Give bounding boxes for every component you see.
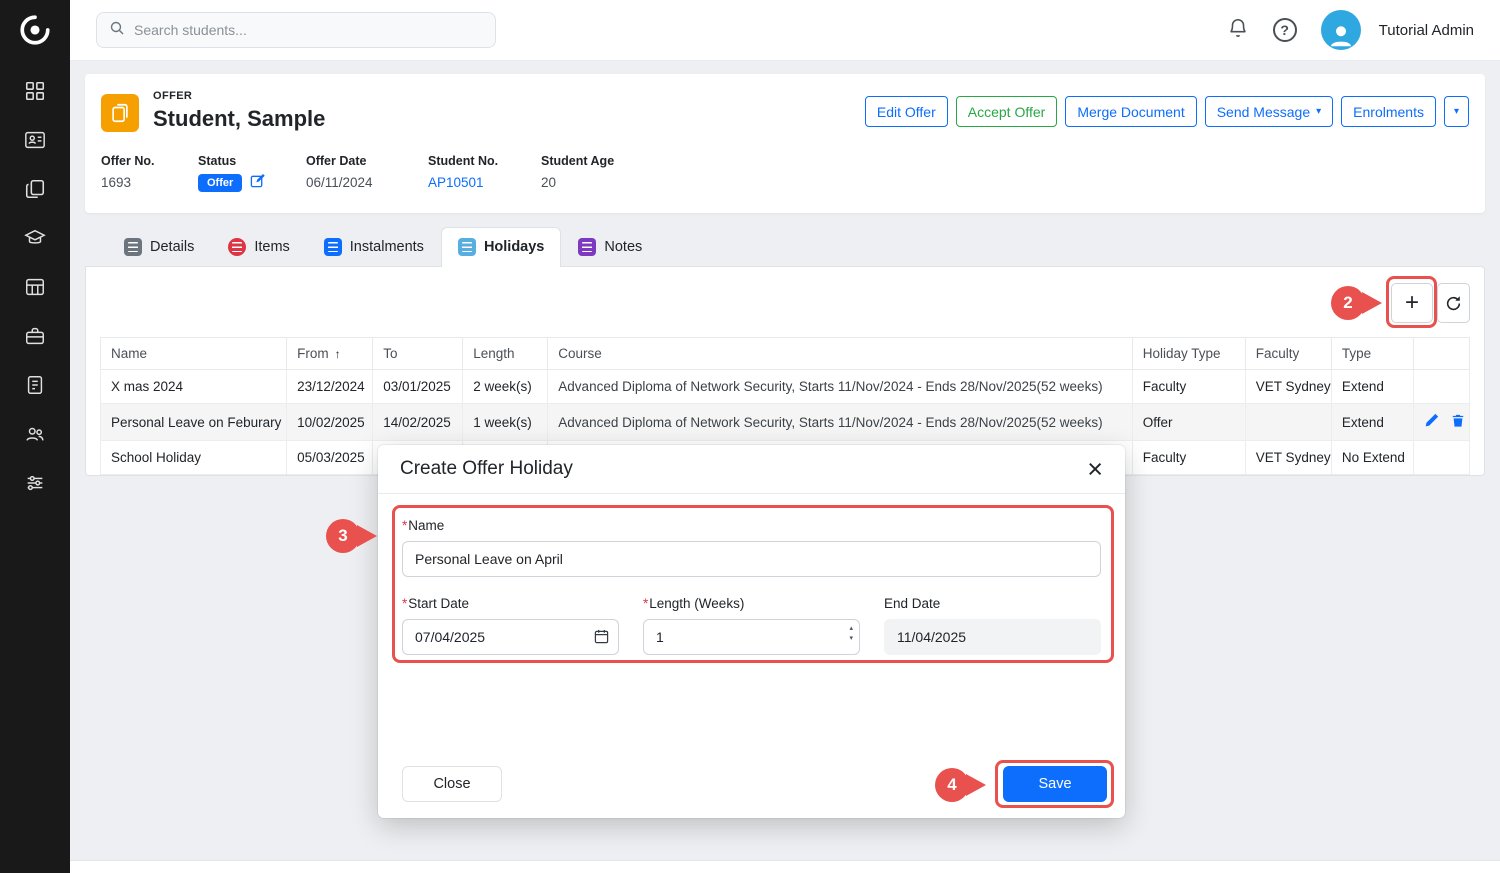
offer-no-value: 1693 [101,175,198,190]
offer-date-value: 06/11/2024 [306,175,428,190]
calendar-icon[interactable] [594,629,609,649]
table-row[interactable]: X mas 2024 23/12/2024 03/01/2025 2 week(… [101,370,1470,404]
col-holiday-type: Holiday Type [1132,338,1245,370]
page-title: Student, Sample [153,106,325,132]
col-to: To [373,338,463,370]
tab-notes[interactable]: Notes [561,227,659,267]
offer-info-row: Offer No. 1693 Status Offer Offer Date 0… [101,154,1469,193]
search-box [96,12,496,48]
offer-date-label: Offer Date [306,154,428,168]
tab-bar: Details Items Instalments Holidays Notes [107,227,1485,267]
tab-holidays[interactable]: Holidays [441,227,561,267]
stepper-down-icon[interactable]: ▾ [849,635,853,642]
header-actions: Edit Offer Accept Offer Merge Document S… [865,90,1469,127]
instalments-tab-icon [324,238,342,256]
topbar: ? Tutorial Admin [70,0,1500,60]
sidebar [0,0,70,873]
table-toolbar: + [100,283,1470,323]
details-tab-icon [124,238,142,256]
merge-document-button[interactable]: Merge Document [1065,96,1196,127]
offer-type-icon [101,94,139,132]
status-label: Status [198,154,306,168]
edit-offer-button[interactable]: Edit Offer [865,96,948,127]
table-row[interactable]: Personal Leave on Feburary 10/02/2025 14… [101,404,1470,441]
agents-icon[interactable] [24,325,46,347]
search-icon [109,20,125,41]
caret-down-icon: ▾ [1454,107,1459,117]
search-input[interactable] [134,22,483,38]
length-weeks-input[interactable] [643,619,860,655]
modal-title: Create Offer Holiday [400,458,573,480]
student-age-value: 20 [541,175,614,190]
end-date-input [884,619,1101,655]
refresh-icon[interactable] [1437,283,1470,323]
notes-tab-icon [578,238,596,256]
name-label: *Name [402,518,1101,533]
close-icon[interactable]: × [1087,457,1103,481]
user-name[interactable]: Tutorial Admin [1379,22,1474,39]
holiday-name-input[interactable] [402,541,1101,577]
col-actions [1413,338,1469,370]
offer-no-label: Offer No. [101,154,198,168]
modal-form: *Name *Start Date *Length (Weeks) ▴ [378,494,1125,655]
table-header-row: Name From↑ To Length Course Holiday Type… [101,338,1470,370]
finance-icon[interactable] [24,374,46,396]
accept-offer-button[interactable]: Accept Offer [956,96,1058,127]
settings-sliders-icon[interactable] [24,472,46,494]
sort-asc-icon[interactable]: ↑ [335,347,341,361]
start-date-label: *Start Date [402,596,619,611]
student-age-label: Student Age [541,154,614,168]
tab-details[interactable]: Details [107,227,211,267]
courses-icon[interactable] [24,227,46,249]
help-icon[interactable]: ? [1273,18,1297,42]
dashboard-icon[interactable] [24,80,46,102]
timetable-icon[interactable] [24,276,46,298]
tab-instalments[interactable]: Instalments [307,227,441,267]
enrolments-button[interactable]: Enrolments [1341,96,1436,127]
documents-icon[interactable] [24,178,46,200]
student-no-link[interactable]: AP10501 [428,175,541,190]
add-holiday-button[interactable]: + [1391,283,1433,323]
end-date-label: End Date [884,596,1101,611]
contacts-icon[interactable] [24,129,46,151]
edit-status-icon[interactable] [250,173,265,193]
app-root: ? Tutorial Admin OFFER Student, Sample E… [0,0,1500,873]
delete-row-icon[interactable] [1451,413,1465,431]
staff-icon[interactable] [24,423,46,445]
caret-down-icon: ▾ [1316,107,1321,117]
notifications-bell-icon[interactable] [1227,17,1249,44]
offer-header-card: OFFER Student, Sample Edit Offer Accept … [85,74,1485,213]
footer-strip [70,860,1500,873]
start-date-input[interactable] [402,619,619,655]
sidebar-nav [24,80,46,494]
student-no-label: Student No. [428,154,541,168]
length-label: *Length (Weeks) [643,596,860,611]
col-type: Type [1331,338,1413,370]
more-actions-dropdown-button[interactable]: ▾ [1444,96,1469,127]
col-from[interactable]: From↑ [287,338,373,370]
avatar[interactable] [1321,10,1361,50]
col-course: Course [548,338,1132,370]
topbar-right: ? Tutorial Admin [1227,10,1474,50]
items-tab-icon [228,238,246,256]
app-logo-icon[interactable] [0,0,70,60]
col-name: Name [101,338,287,370]
col-length: Length [463,338,548,370]
holidays-tab-icon [458,238,476,256]
record-type-label: OFFER [153,90,325,102]
number-stepper: ▴ ▾ [849,625,853,642]
edit-row-icon[interactable] [1424,413,1439,431]
status-badge: Offer [198,174,242,192]
stepper-up-icon[interactable]: ▴ [849,625,853,632]
send-message-button[interactable]: Send Message▾ [1205,96,1333,127]
tab-items[interactable]: Items [211,227,306,267]
create-offer-holiday-modal: Create Offer Holiday × *Name *Start Date… [378,445,1125,818]
save-button[interactable]: Save [1003,766,1107,802]
close-button[interactable]: Close [402,766,502,802]
col-faculty: Faculty [1245,338,1331,370]
